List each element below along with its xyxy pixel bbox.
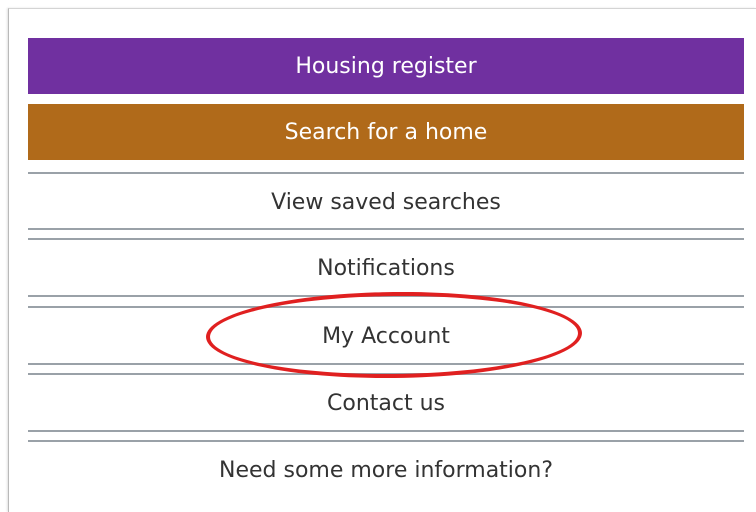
menu-divider [28,430,744,432]
menu-item-label: Housing register [295,53,477,79]
menu-item-label: View saved searches [271,189,501,215]
menu-item-label: My Account [322,323,450,349]
menu-item-label: Contact us [327,390,445,416]
menu-divider [28,363,744,365]
menu-item-my-account[interactable]: My Account [28,308,744,364]
menu-item-need-more-information[interactable]: Need some more information? [28,442,744,498]
menu-item-contact-us[interactable]: Contact us [28,375,744,431]
menu-item-view-saved-searches[interactable]: View saved searches [28,174,744,230]
menu-divider [28,295,744,297]
menu-item-housing-register[interactable]: Housing register [28,38,744,94]
menu-item-search-for-a-home[interactable]: Search for a home [28,104,744,160]
menu-item-label: Notifications [317,255,455,281]
menu-divider [28,228,744,230]
menu-item-label: Need some more information? [219,457,553,483]
menu-item-notifications[interactable]: Notifications [28,240,744,296]
menu-item-label: Search for a home [284,119,488,145]
